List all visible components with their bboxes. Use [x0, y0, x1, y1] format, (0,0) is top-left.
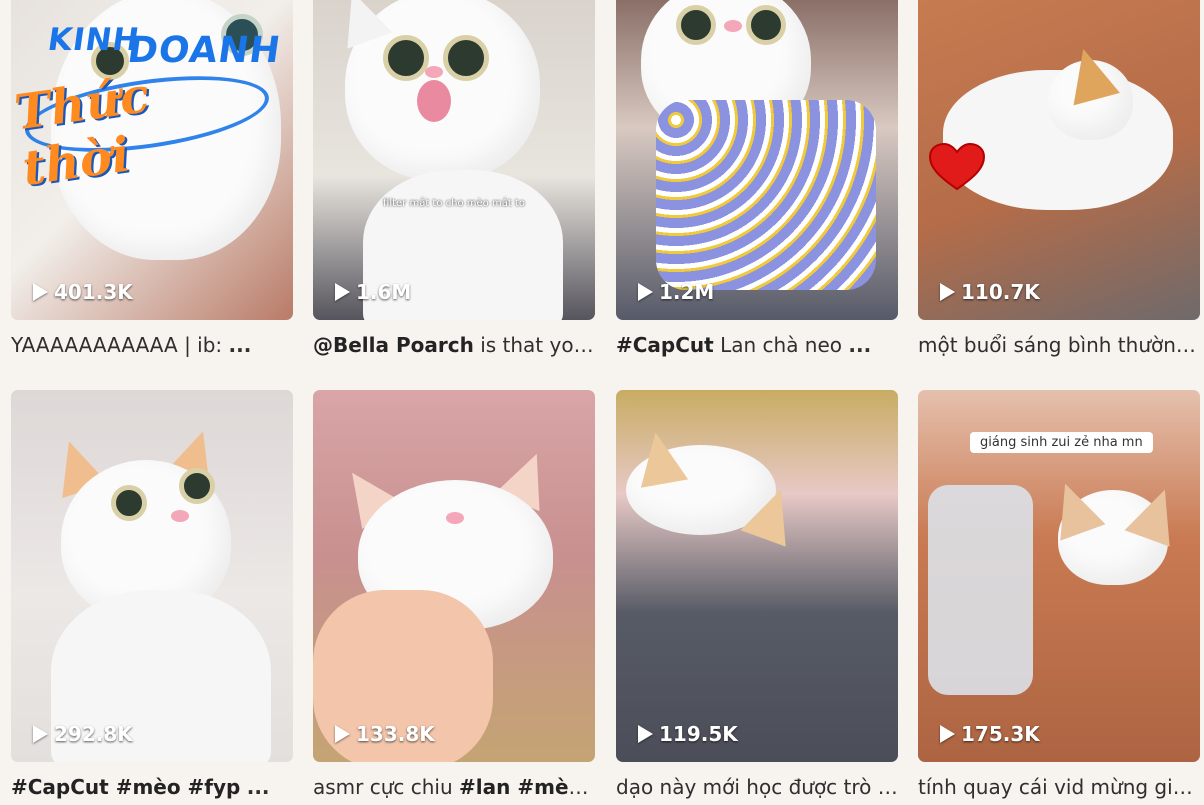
play-icon [335, 725, 350, 743]
video-grid: 401.3K YAAAAAAAAAAA | ib: ... filter mắt… [0, 0, 1204, 805]
play-icon [940, 725, 955, 743]
video-thumbnail[interactable]: 110.7K [918, 0, 1200, 320]
video-card[interactable]: 119.5K dạo này mới học được trò ... [616, 390, 898, 800]
video-card[interactable]: 292.8K #CapCut #mèo #fyp ... [11, 390, 293, 800]
video-thumbnail[interactable]: giáng sinh zui zẻ nha mn 175.3K [918, 390, 1200, 762]
video-caption[interactable]: dạo này mới học được trò ... [616, 774, 898, 800]
video-thumbnail[interactable]: 119.5K [616, 390, 898, 762]
play-icon [33, 283, 48, 301]
video-card[interactable]: giáng sinh zui zẻ nha mn 175.3K tính qua… [918, 390, 1200, 800]
view-count: 292.8K [33, 720, 133, 748]
video-card[interactable]: 133.8K asmr cực chiu #lan #mèo... [313, 390, 595, 800]
video-thumbnail[interactable]: filter mắt to cho mèo mắt to 1.6M [313, 0, 595, 320]
heart-icon [928, 142, 986, 191]
video-card[interactable]: 1.2M #CapCut Lan chà neo ... [616, 0, 898, 358]
play-icon [335, 283, 350, 301]
view-count: 1.6M [335, 278, 411, 306]
video-thumbnail[interactable]: 133.8K [313, 390, 595, 762]
video-caption[interactable]: asmr cực chiu #lan #mèo... [313, 774, 595, 800]
play-icon [638, 283, 653, 301]
video-thumbnail[interactable]: 292.8K [11, 390, 293, 762]
video-caption[interactable]: #CapCut Lan chà neo ... [616, 332, 898, 358]
video-caption[interactable]: tính quay cái vid mừng giá... [918, 774, 1200, 800]
play-icon [33, 725, 48, 743]
video-thumbnail[interactable]: 401.3K [11, 0, 293, 320]
video-thumbnail[interactable]: 1.2M [616, 0, 898, 320]
video-caption[interactable]: @Bella Poarch is that you... [313, 332, 595, 358]
video-overlay-text: giáng sinh zui zẻ nha mn [970, 432, 1153, 453]
view-count: 175.3K [940, 720, 1040, 748]
video-caption[interactable]: YAAAAAAAAAAA | ib: ... [11, 332, 293, 358]
video-card[interactable]: filter mắt to cho mèo mắt to 1.6M @Bella… [313, 0, 595, 358]
video-card[interactable]: 401.3K YAAAAAAAAAAA | ib: ... [11, 0, 293, 358]
video-caption[interactable]: một buổi sáng bình thường... [918, 332, 1200, 358]
view-count: 1.2M [638, 278, 714, 306]
view-count: 401.3K [33, 278, 133, 306]
video-overlay-text: filter mắt to cho mèo mắt to [383, 198, 525, 209]
view-count: 119.5K [638, 720, 738, 748]
play-icon [940, 283, 955, 301]
view-count: 133.8K [335, 720, 435, 748]
video-card[interactable]: 110.7K một buổi sáng bình thường... [918, 0, 1200, 358]
video-caption[interactable]: #CapCut #mèo #fyp ... [11, 774, 293, 800]
view-count: 110.7K [940, 278, 1040, 306]
play-icon [638, 725, 653, 743]
